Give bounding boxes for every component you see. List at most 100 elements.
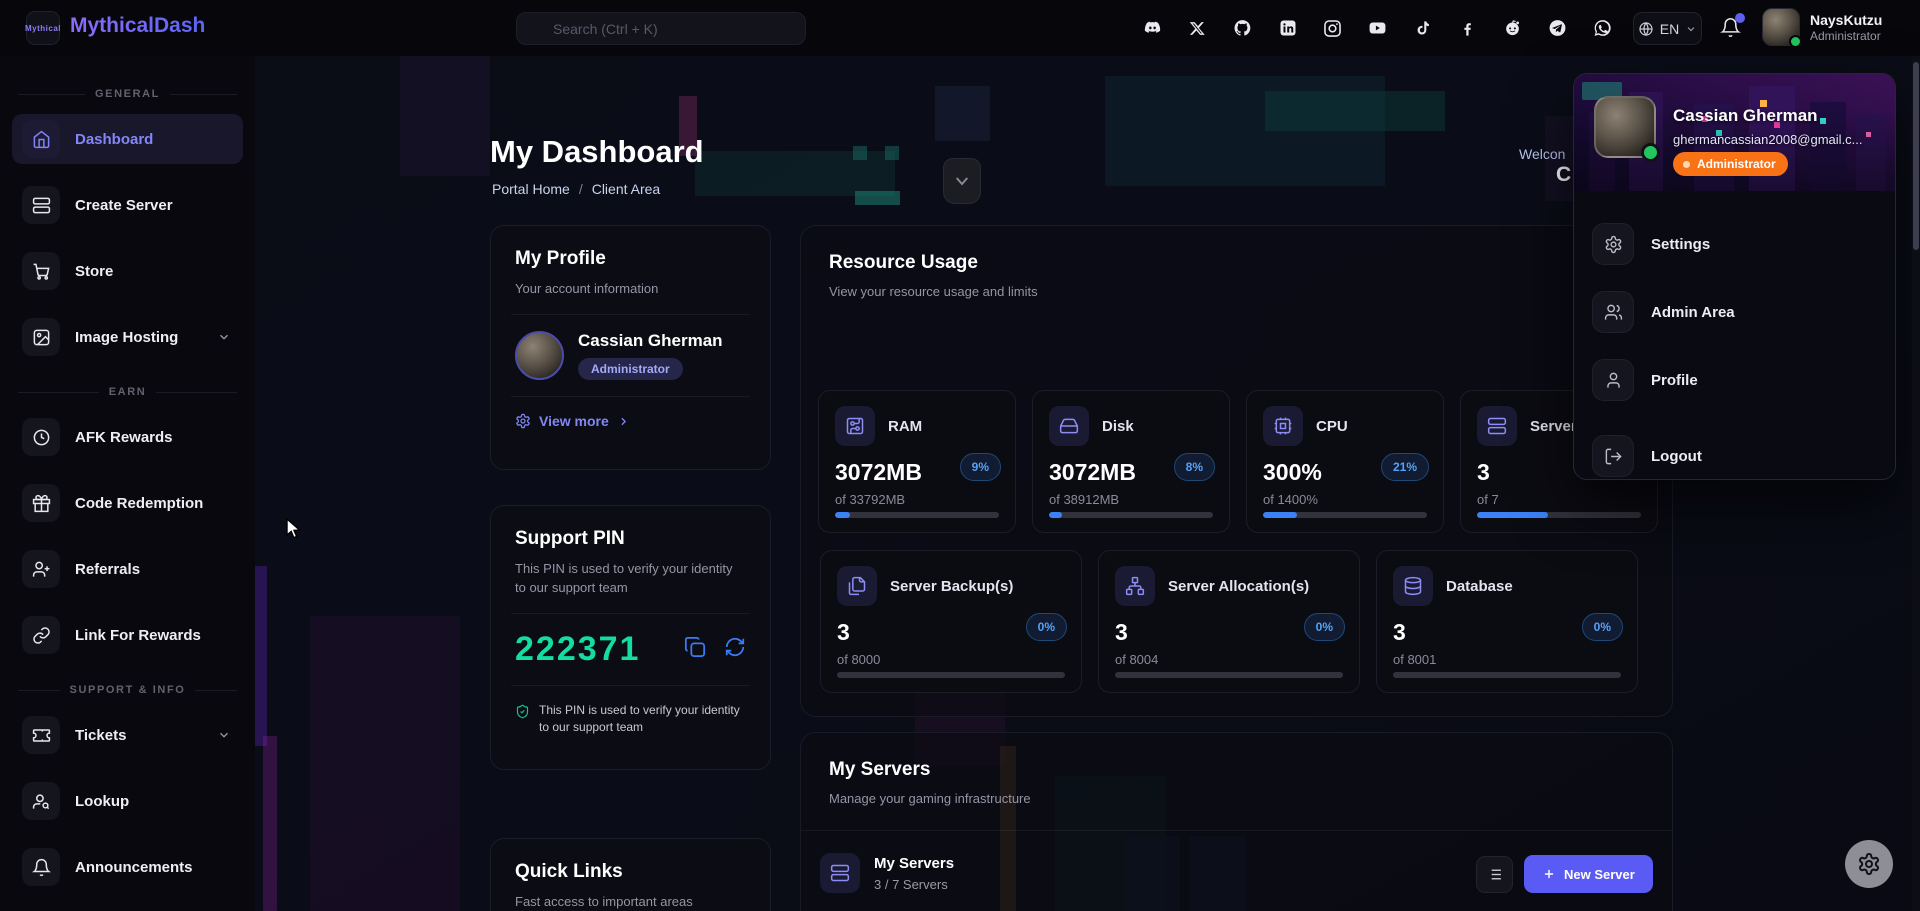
facebook-icon[interactable]: [1458, 19, 1477, 38]
discord-icon[interactable]: [1143, 19, 1162, 38]
profile-user-name: Cassian Gherman: [578, 331, 723, 351]
sidebar-item-afk-rewards[interactable]: AFK Rewards: [12, 412, 243, 462]
breadcrumb-portal-home[interactable]: Portal Home: [492, 181, 570, 197]
instagram-icon[interactable]: [1323, 19, 1342, 38]
divider: [511, 314, 750, 315]
chevron-right-icon: [617, 415, 630, 428]
sidebar-item-label: Dashboard: [75, 131, 233, 148]
home-icon: [22, 120, 60, 158]
scroll-down-badge[interactable]: [943, 158, 981, 204]
user-dropdown-menu: Cassian Gherman ghermancassian2008@gmail…: [1573, 73, 1896, 480]
stat-percent-badge: 0%: [1582, 613, 1623, 641]
my-profile-card: My Profile Your account information Cass…: [490, 225, 771, 470]
search-input[interactable]: [516, 12, 806, 45]
sidebar-item-create-server[interactable]: Create Server: [12, 180, 243, 230]
stat-card-ram: RAM 3072MB of 33792MB 9%: [818, 390, 1016, 533]
my-servers-row-title: My Servers: [874, 855, 954, 872]
tiktok-icon[interactable]: [1413, 19, 1432, 38]
new-server-button[interactable]: New Server: [1524, 855, 1653, 893]
topbar-user-menu[interactable]: NaysKutzu Administrator: [1762, 8, 1882, 46]
server-icon: [22, 186, 60, 224]
stat-label: Disk: [1102, 418, 1134, 435]
sidebar-item-referrals[interactable]: Referrals: [12, 544, 243, 594]
chevron-down-icon: [217, 728, 231, 742]
sidebar-item-label: AFK Rewards: [75, 429, 233, 446]
sidebar-item-announcements[interactable]: Announcements: [12, 842, 243, 892]
sidebar-item-link-for-rewards[interactable]: Link For Rewards: [12, 610, 243, 660]
cart-icon: [22, 252, 60, 290]
whatsapp-icon[interactable]: [1593, 19, 1612, 38]
new-server-label: New Server: [1564, 867, 1635, 882]
stat-percent-badge: 8%: [1174, 453, 1215, 481]
language-selector[interactable]: EN: [1633, 12, 1702, 45]
bell-icon: [22, 848, 60, 886]
breadcrumb-client-area[interactable]: Client Area: [592, 181, 660, 197]
user-icon: [1592, 359, 1634, 401]
reddit-icon[interactable]: [1503, 19, 1522, 38]
divider: [801, 830, 1672, 831]
users-icon: [1592, 291, 1634, 333]
menu-item-label: Settings: [1651, 236, 1710, 253]
regenerate-pin-button[interactable]: [724, 636, 746, 663]
copy-pin-button[interactable]: [684, 636, 706, 663]
sidebar: GENERAL Dashboard Create Server Store Im…: [0, 56, 255, 911]
stat-limit: of 38912MB: [1049, 492, 1213, 507]
topbar: Mythical MythicalDash EN Na: [0, 0, 1920, 56]
chevron-down-icon: [1685, 23, 1697, 35]
support-pin-title: Support PIN: [515, 528, 746, 550]
profile-card-subtitle: Your account information: [515, 279, 746, 298]
sidebar-item-tickets[interactable]: Tickets: [12, 710, 243, 760]
sidebar-item-dashboard[interactable]: Dashboard: [12, 114, 243, 164]
scrollbar-thumb[interactable]: [1913, 62, 1919, 250]
sidebar-item-lookup[interactable]: Lookup: [12, 776, 243, 826]
quick-links-title: Quick Links: [515, 861, 746, 883]
gear-icon: [1857, 852, 1881, 876]
stat-percent-badge: 21%: [1381, 453, 1429, 481]
avatar: [1762, 8, 1800, 46]
progress-bar: [1393, 672, 1621, 678]
sidebar-item-label: Tickets: [75, 727, 202, 744]
avatar: [1594, 96, 1656, 158]
menu-item-admin-area[interactable]: Admin Area: [1592, 285, 1879, 339]
sidebar-section-support-info: SUPPORT & INFO: [18, 684, 237, 696]
server-icon: [1477, 406, 1517, 446]
sidebar-item-label: Create Server: [75, 197, 233, 214]
list-view-button[interactable]: [1476, 856, 1513, 893]
breadcrumb: Portal Home / Client Area: [492, 181, 660, 197]
progress-bar: [1477, 512, 1641, 518]
x-twitter-icon[interactable]: [1188, 19, 1207, 38]
quick-links-card: Quick Links Fast access to important are…: [490, 838, 771, 911]
github-icon[interactable]: [1233, 19, 1252, 38]
menu-item-profile[interactable]: Profile: [1592, 353, 1879, 407]
sidebar-section-earn: EARN: [18, 386, 237, 398]
notification-dot: [1735, 13, 1745, 23]
settings-fab-button[interactable]: [1845, 840, 1893, 888]
dropdown-user-name: Cassian Gherman: [1673, 106, 1818, 126]
sidebar-item-image-hosting[interactable]: Image Hosting: [12, 312, 243, 362]
stat-limit: of 7: [1477, 492, 1641, 507]
youtube-icon[interactable]: [1368, 19, 1387, 38]
sidebar-item-code-redemption[interactable]: Code Redemption: [12, 478, 243, 528]
menu-item-logout[interactable]: Logout: [1592, 429, 1879, 480]
ticket-icon: [22, 716, 60, 754]
welcome-text-partial: Welcon: [1519, 146, 1565, 162]
network-icon: [1115, 566, 1155, 606]
sidebar-item-store[interactable]: Store: [12, 246, 243, 296]
divider: [511, 685, 750, 686]
view-more-label: View more: [539, 413, 609, 429]
app-logo[interactable]: Mythical: [26, 11, 60, 45]
stat-limit: of 8000: [837, 652, 1065, 667]
user-plus-icon: [22, 550, 60, 588]
telegram-icon[interactable]: [1548, 19, 1567, 38]
view-more-link[interactable]: View more: [515, 413, 746, 429]
breadcrumb-separator: /: [579, 181, 583, 197]
role-badge: Administrator: [578, 358, 683, 380]
support-pin-card: Support PIN This PIN is used to verify y…: [490, 505, 771, 770]
resource-usage-title: Resource Usage: [829, 252, 1672, 274]
menu-item-settings[interactable]: Settings: [1592, 217, 1879, 271]
stat-limit: of 1400%: [1263, 492, 1427, 507]
memory-icon: [835, 406, 875, 446]
social-links: [1143, 0, 1612, 56]
stat-card-server-backups: Server Backup(s) 3 of 8000 0%: [820, 550, 1082, 693]
linkedin-icon[interactable]: [1278, 19, 1297, 38]
